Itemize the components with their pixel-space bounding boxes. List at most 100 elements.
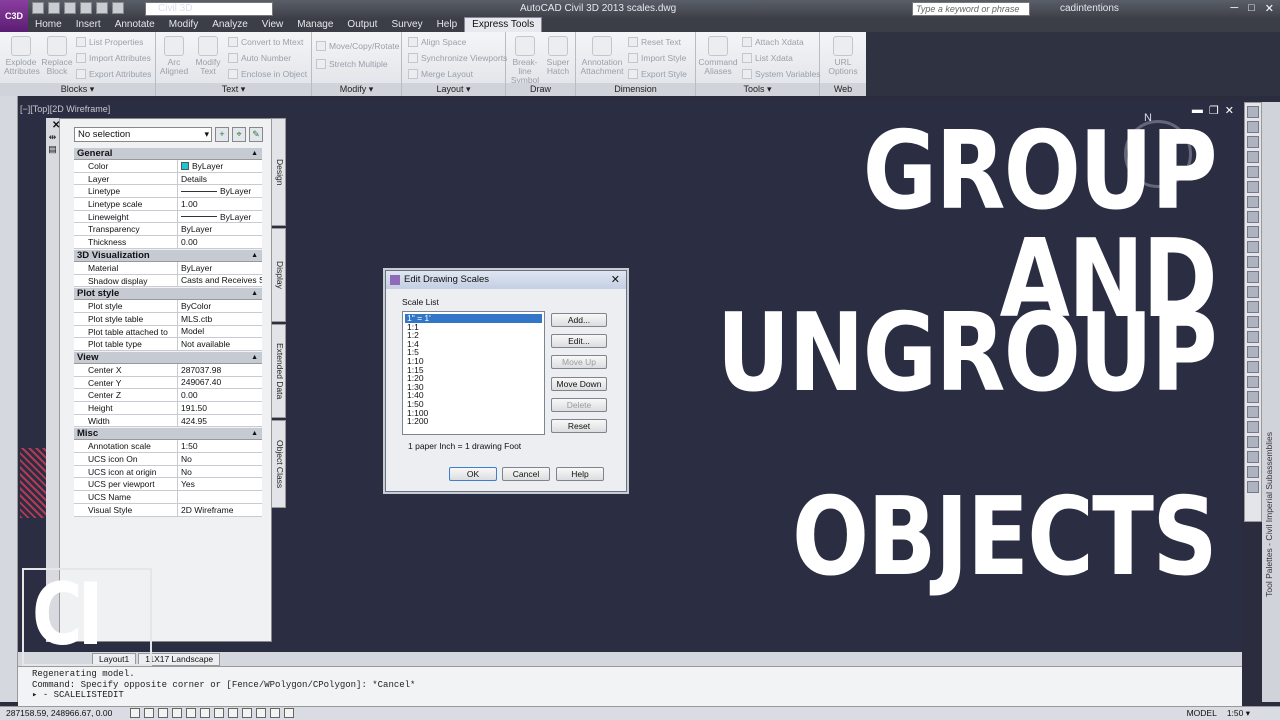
close-icon[interactable]: ✕ — [611, 271, 620, 289]
move-up-button[interactable]: Move Up — [551, 355, 607, 369]
palette-tool-icon[interactable] — [1247, 226, 1259, 238]
attach-xdata-button[interactable]: Attach Xdata — [742, 37, 804, 47]
property-row[interactable]: Plot table type Not available — [74, 338, 262, 351]
property-value[interactable]: ByLayer — [178, 223, 262, 235]
property-row[interactable]: Center Y 249067.40 — [74, 376, 262, 390]
url-options-button[interactable]: URL Options — [824, 36, 862, 76]
import-style-button[interactable]: Import Style — [628, 53, 686, 63]
palette-tool-icon[interactable] — [1247, 331, 1259, 343]
property-value[interactable]: ByLayer — [178, 160, 262, 172]
property-value[interactable]: Casts and Receives S... — [178, 275, 262, 287]
export-style-button[interactable]: Export Style — [628, 69, 687, 79]
property-row[interactable]: Height 191.50 — [74, 402, 262, 415]
property-row[interactable]: Lineweight ByLayer — [74, 210, 262, 224]
property-row[interactable]: UCS icon On No — [74, 453, 262, 466]
scale-item[interactable]: 1:40 — [405, 391, 542, 400]
tab-help[interactable]: Help — [430, 18, 465, 32]
property-value[interactable]: ByLayer — [178, 211, 262, 223]
minimize-icon[interactable]: ─ — [1230, 2, 1238, 15]
super-hatch-button[interactable]: Super Hatch — [542, 36, 574, 76]
sync-viewports-button[interactable]: Synchronize Viewports — [408, 53, 507, 63]
palette-tool-icon[interactable] — [1247, 166, 1259, 178]
tab-object-class[interactable]: Object Class — [271, 420, 286, 508]
property-row[interactable]: Transparency ByLayer — [74, 223, 262, 237]
palette-tool-icon[interactable] — [1247, 466, 1259, 478]
palette-tool-icon[interactable] — [1247, 451, 1259, 463]
reset-text-button[interactable]: Reset Text — [628, 37, 681, 47]
property-row[interactable]: Annotation scale 1:50 — [74, 440, 262, 454]
property-value[interactable]: No — [178, 466, 262, 478]
tab-modify[interactable]: Modify — [162, 18, 205, 32]
property-value[interactable]: Model — [178, 326, 262, 338]
help-button[interactable]: Help — [556, 467, 604, 481]
import-attributes-button[interactable]: Import Attributes — [76, 53, 151, 63]
scale-item[interactable]: 1:5 — [405, 348, 542, 357]
palette-tool-icon[interactable] — [1247, 181, 1259, 193]
property-row[interactable]: Visual Style 2D Wireframe — [74, 503, 262, 517]
model-space-toggle[interactable]: MODEL — [1187, 707, 1217, 720]
property-value[interactable]: ByLayer — [178, 262, 262, 274]
search-input[interactable]: Type a keyword or phrase — [912, 2, 1030, 16]
print-icon[interactable] — [80, 2, 92, 14]
ducs-icon[interactable] — [214, 708, 224, 718]
tab-analyze[interactable]: Analyze — [205, 18, 255, 32]
property-value[interactable]: ByColor — [178, 300, 262, 312]
property-row[interactable]: Layer Details — [74, 172, 262, 186]
palette-tool-icon[interactable] — [1247, 481, 1259, 493]
panel-title[interactable]: Text ▾ — [156, 83, 311, 96]
ok-button[interactable]: OK — [449, 467, 497, 481]
panel-title[interactable]: Layout ▾ — [402, 83, 505, 96]
property-value[interactable]: Yes — [178, 478, 262, 490]
export-attributes-button[interactable]: Export Attributes — [76, 69, 151, 79]
property-row[interactable]: Material ByLayer — [74, 261, 262, 275]
palette-tool-icon[interactable] — [1247, 301, 1259, 313]
viewport-label[interactable]: [−][Top][2D Wireframe] — [20, 104, 110, 114]
osnap-icon[interactable] — [186, 708, 196, 718]
palette-tool-icon[interactable] — [1247, 241, 1259, 253]
list-xdata-button[interactable]: List Xdata — [742, 53, 793, 63]
open-icon[interactable] — [48, 2, 60, 14]
breakline-button[interactable]: Break-line Symbol — [508, 36, 542, 85]
palette-tool-icon[interactable] — [1247, 151, 1259, 163]
convert-mtext-button[interactable]: Convert to Mtext — [228, 37, 303, 47]
tab-home[interactable]: Home — [28, 18, 69, 32]
annotation-scale[interactable]: 1:50 ▾ — [1227, 707, 1250, 720]
save-icon[interactable] — [64, 2, 76, 14]
section-misc[interactable]: Misc — [74, 428, 262, 441]
qp-icon[interactable] — [270, 708, 280, 718]
selection-dropdown[interactable]: No selection — [74, 127, 212, 142]
reset-button[interactable]: Reset — [551, 419, 607, 433]
property-row[interactable]: Center X 287037.98 — [74, 363, 262, 377]
property-value[interactable]: MLS.ctb — [178, 313, 262, 325]
tab-design[interactable]: Design — [271, 118, 286, 226]
merge-layout-button[interactable]: Merge Layout — [408, 69, 473, 79]
auto-hide-icon[interactable]: ⇹ — [48, 132, 58, 142]
undo-icon[interactable] — [96, 2, 108, 14]
palette-tool-icon[interactable] — [1247, 361, 1259, 373]
explode-attributes-button[interactable]: Explode Attributes — [4, 36, 40, 76]
cancel-button[interactable]: Cancel — [502, 467, 550, 481]
app-logo[interactable]: C3D — [0, 0, 28, 32]
user-name[interactable]: cadintentions — [1060, 3, 1119, 14]
property-value[interactable]: Not available — [178, 338, 262, 350]
system-variables-button[interactable]: System Variables — [742, 69, 821, 79]
palette-tool-icon[interactable] — [1247, 211, 1259, 223]
polar-icon[interactable] — [172, 708, 182, 718]
palette-tool-icon[interactable] — [1247, 346, 1259, 358]
property-value[interactable]: 424.95 — [178, 415, 262, 427]
section-plot-style[interactable]: Plot style — [74, 288, 262, 301]
tab-view[interactable]: View — [255, 18, 291, 32]
property-row[interactable]: Shadow displayCasts and Receives S... — [74, 274, 262, 288]
scale-item[interactable]: 1" = 1' — [405, 314, 542, 323]
section-3d-visualization[interactable]: 3D Visualization — [74, 249, 262, 262]
property-value[interactable]: 191.50 — [178, 402, 262, 414]
property-row[interactable]: Linetype ByLayer — [74, 185, 262, 199]
palette-tool-icon[interactable] — [1247, 271, 1259, 283]
scale-item[interactable]: 1:4 — [405, 340, 542, 349]
command-input[interactable]: ▸ - SCALELISTEDIT — [32, 690, 1228, 701]
dyn-icon[interactable] — [228, 708, 238, 718]
modify-text-button[interactable]: Modify Text — [192, 36, 224, 76]
palette-tool-icon[interactable] — [1247, 136, 1259, 148]
property-row[interactable]: Width 424.95 — [74, 414, 262, 428]
properties-menu-icon[interactable]: ▤ — [48, 144, 58, 154]
